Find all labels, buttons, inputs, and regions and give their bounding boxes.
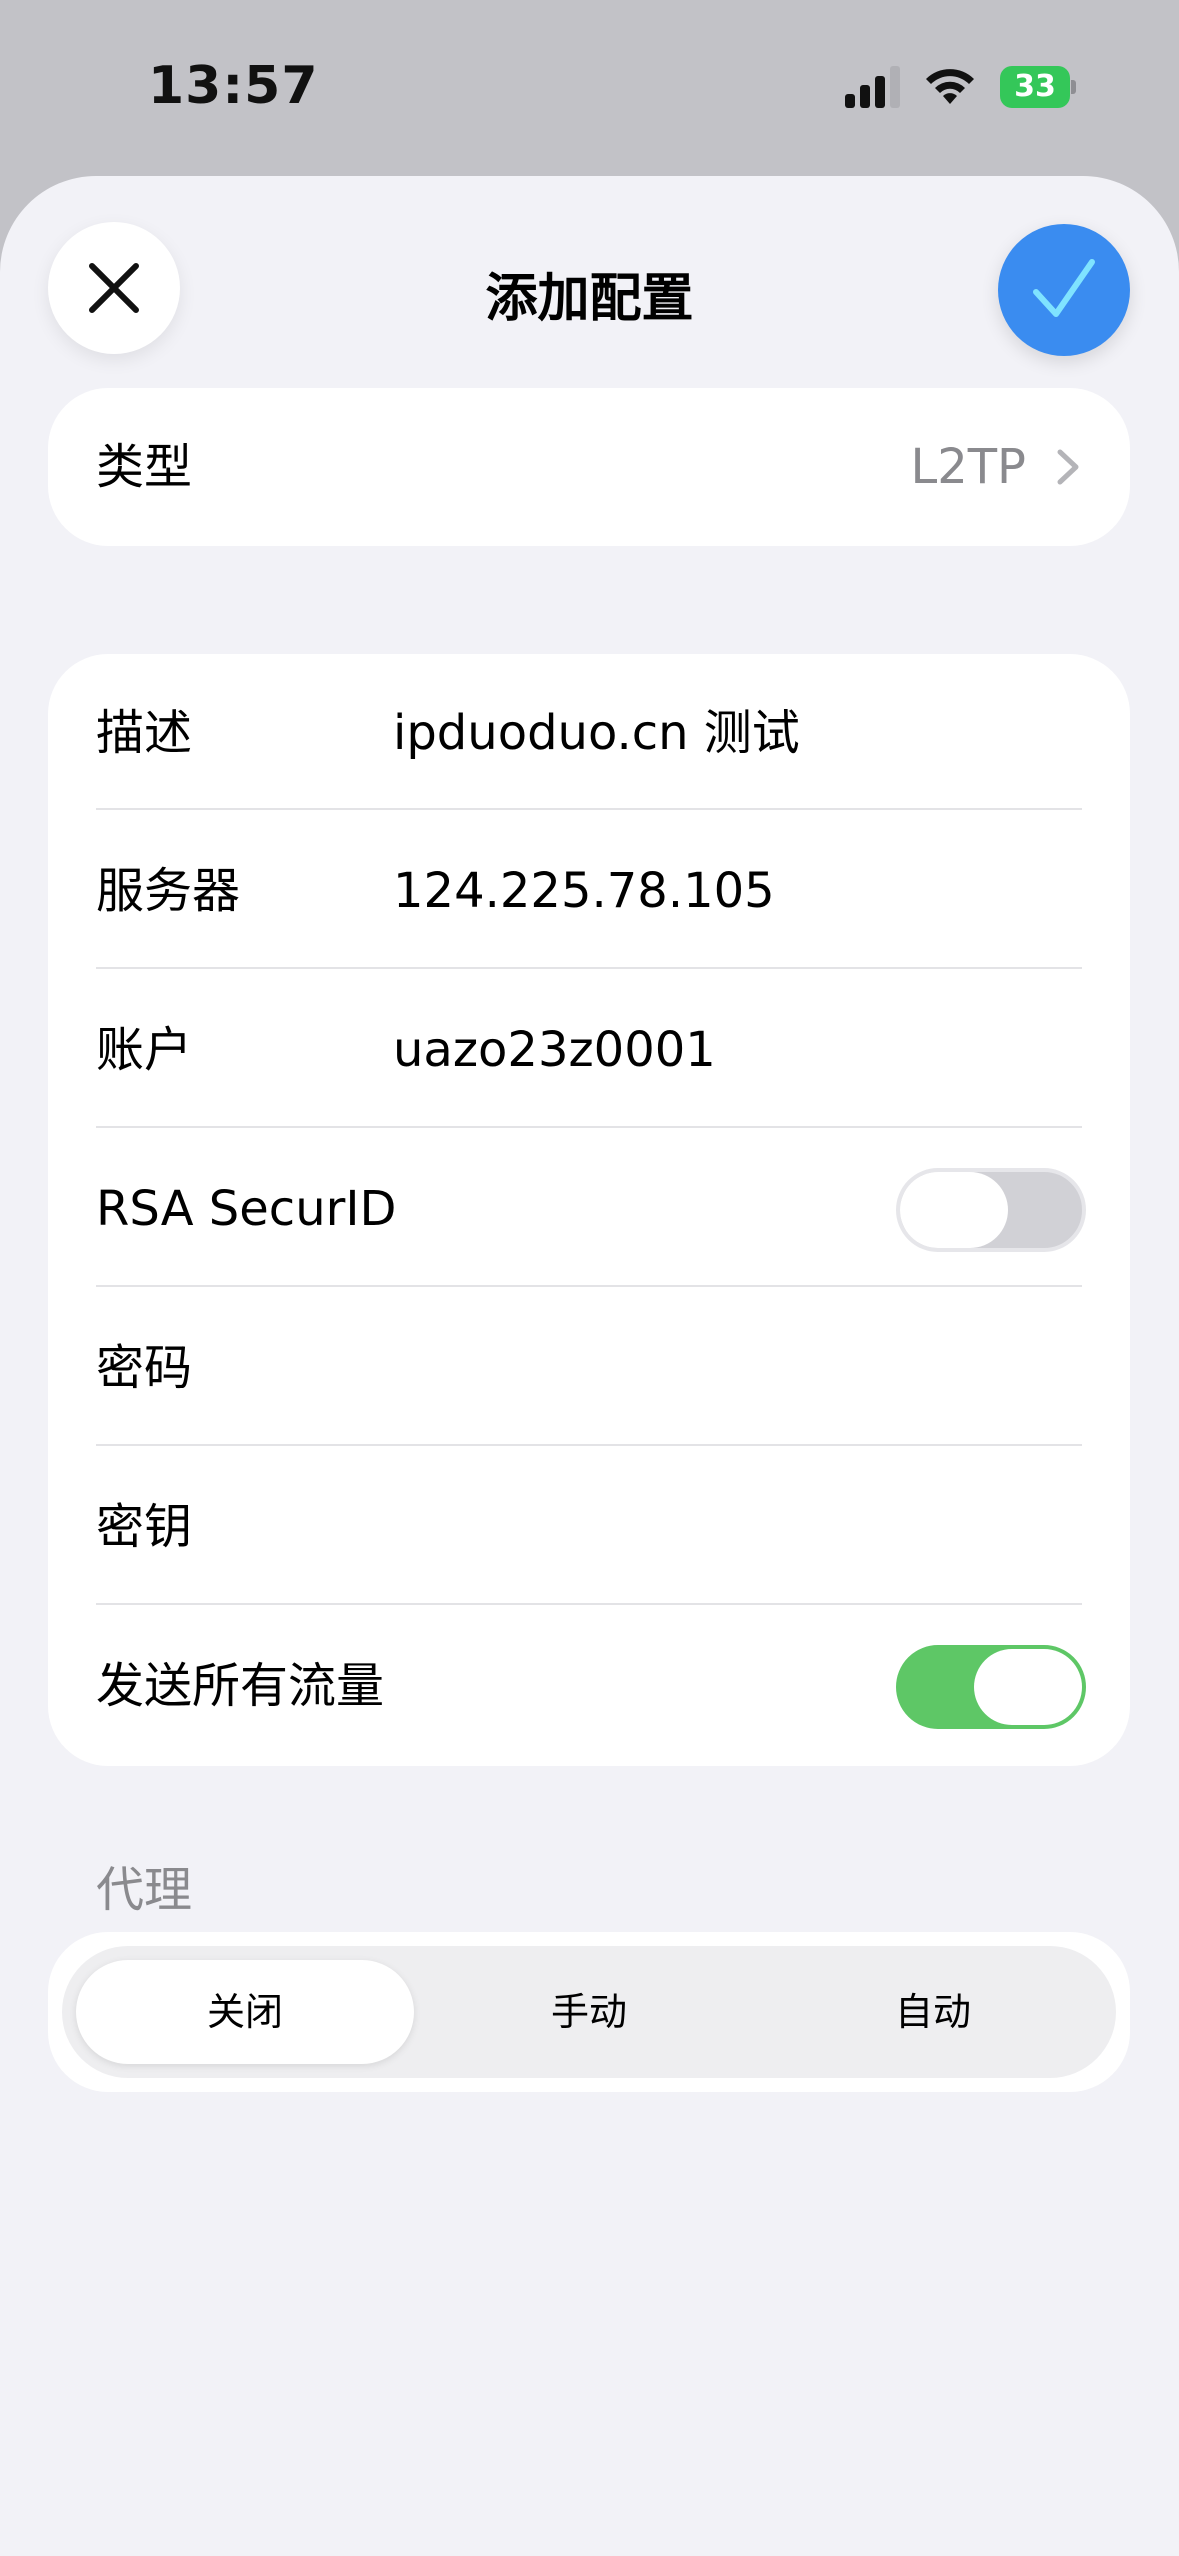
page-title: 添加配置 — [485, 269, 694, 329]
close-icon — [89, 263, 139, 313]
confirm-button[interactable] — [998, 224, 1130, 356]
password-row[interactable]: 密码 — [96, 1289, 1082, 1447]
battery-level: 33 — [1000, 66, 1070, 108]
vpn-form: 描述 ipduoduo.cn 测试 服务器 124.225.78.105 账户 … — [48, 654, 1130, 1766]
account-field[interactable]: uazo23z0001 — [393, 971, 716, 1129]
proxy-segmented-control: 关闭 手动 自动 — [62, 1946, 1116, 2078]
server-row[interactable]: 服务器 124.225.78.105 — [96, 812, 1082, 970]
send-all-traffic-row: 发送所有流量 — [96, 1607, 1086, 1765]
status-bar: 13:57 33 — [0, 0, 1179, 170]
account-label: 账户 — [96, 1022, 193, 1078]
proxy-card: 关闭 手动 自动 — [48, 1932, 1130, 2092]
proxy-option-off[interactable]: 关闭 — [76, 1960, 414, 2064]
server-label: 服务器 — [96, 863, 241, 919]
close-button[interactable] — [48, 222, 180, 354]
proxy-section-header: 代理 — [96, 1862, 193, 1918]
proxy-option-auto[interactable]: 自动 — [764, 1960, 1102, 2064]
checkmark-icon — [1033, 259, 1095, 317]
toggle-knob — [974, 1649, 1082, 1725]
type-label: 类型 — [96, 439, 193, 495]
description-row[interactable]: 描述 ipduoduo.cn 测试 — [96, 654, 1082, 812]
divider — [96, 1444, 1082, 1446]
chevron-right-icon — [1057, 449, 1079, 485]
divider — [96, 1603, 1082, 1605]
server-field[interactable]: 124.225.78.105 — [393, 812, 775, 970]
divider — [96, 967, 1082, 969]
divider — [96, 1126, 1082, 1128]
divider — [96, 808, 1082, 810]
description-field[interactable]: ipduoduo.cn 测试 — [393, 654, 800, 812]
rsa-securid-toggle[interactable] — [896, 1168, 1086, 1252]
battery-charging-icon: 33 — [1000, 66, 1076, 108]
divider — [96, 1285, 1082, 1287]
account-row[interactable]: 账户 uazo23z0001 — [96, 971, 1082, 1129]
battery-cap — [1071, 80, 1076, 94]
toggle-knob — [900, 1172, 1008, 1248]
send-all-traffic-label: 发送所有流量 — [96, 1658, 385, 1714]
description-label: 描述 — [96, 705, 193, 761]
proxy-option-manual[interactable]: 手动 — [420, 1960, 758, 2064]
secret-label: 密钥 — [96, 1499, 193, 1555]
password-label: 密码 — [96, 1340, 193, 1396]
type-value: L2TP — [910, 439, 1026, 495]
rsa-securid-row: RSA SecurID — [96, 1130, 1086, 1288]
status-time: 13:57 — [148, 56, 319, 116]
type-row[interactable]: 类型 L2TP — [48, 388, 1130, 546]
cellular-signal-icon — [845, 66, 900, 108]
secret-row[interactable]: 密钥 — [96, 1448, 1082, 1606]
wifi-icon — [926, 69, 974, 104]
rsa-securid-label: RSA SecurID — [96, 1181, 397, 1237]
send-all-traffic-toggle[interactable] — [896, 1645, 1086, 1729]
